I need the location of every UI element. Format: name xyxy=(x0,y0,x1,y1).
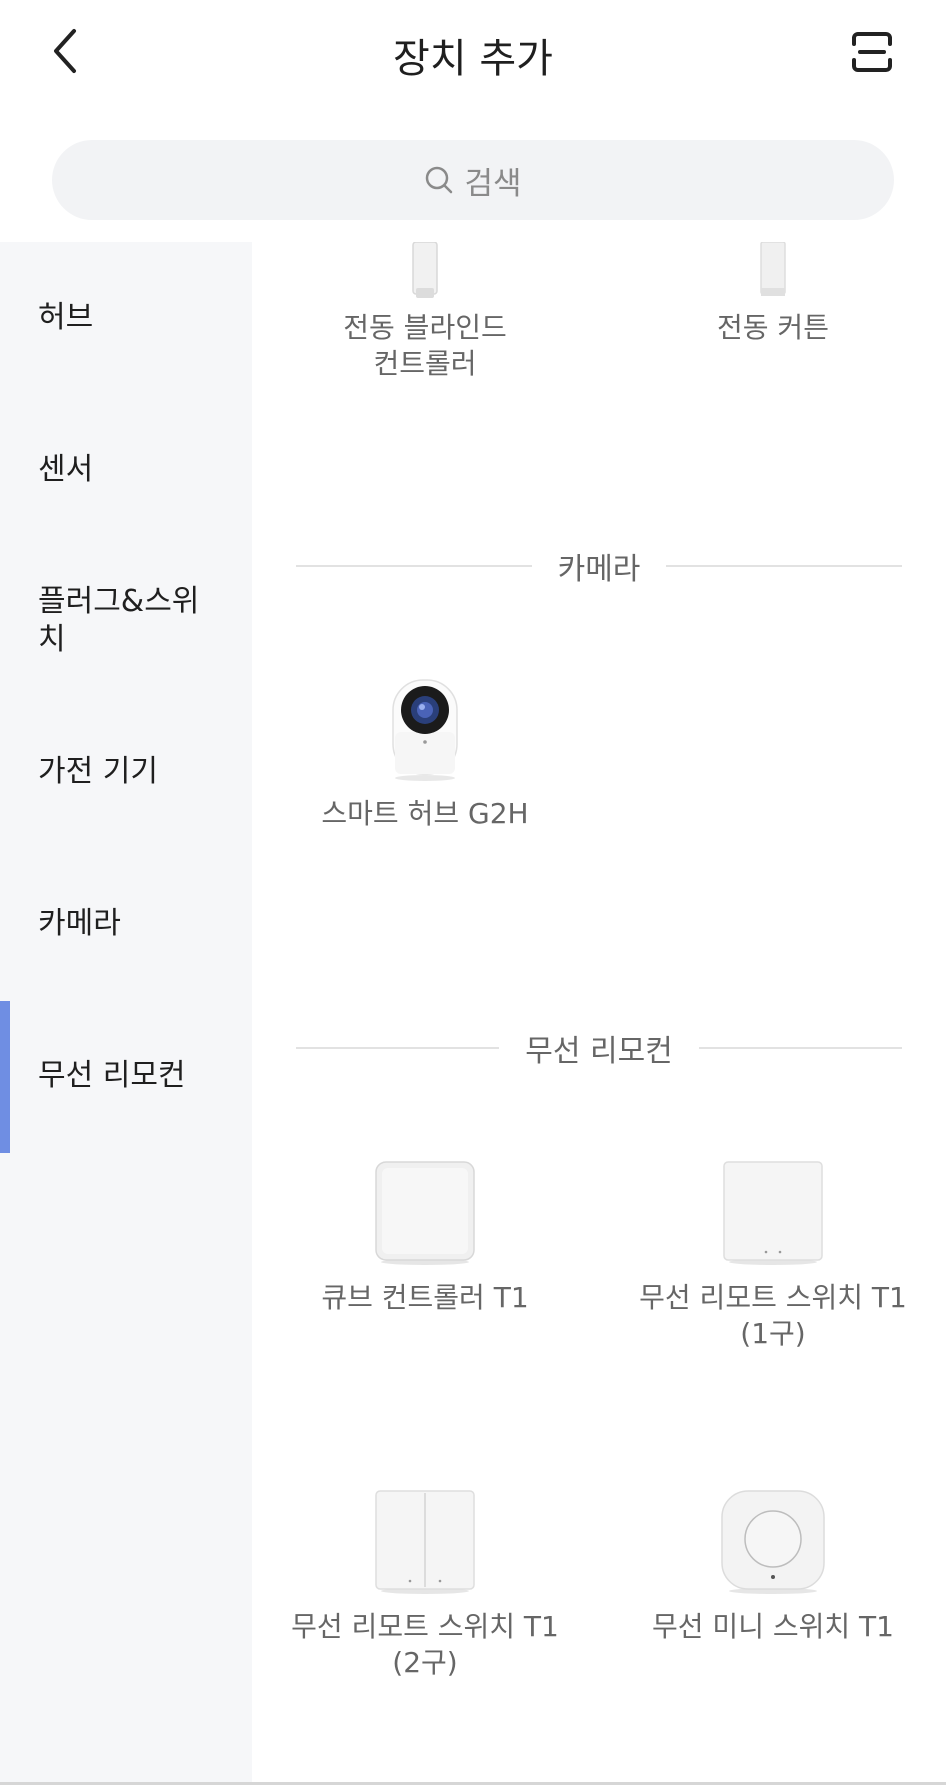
header: 장치 추가 xyxy=(0,0,946,110)
sidebar-item-label: 가전 기기 xyxy=(38,754,158,789)
page-title: 장치 추가 xyxy=(393,36,553,82)
sidebar-item-label: 센서 xyxy=(38,452,94,487)
sidebar-item-wireless-remote[interactable]: 무선 리모컨 xyxy=(0,1057,252,1095)
product-list: 전동 블라인드 컨트롤러 전동 커튼 카메라 스마트 허브 G2H 무선 리모컨 xyxy=(252,242,946,1785)
product-wireless-remote-switch-t1-single[interactable]: 무선 리모트 스위치 T1 (1구) xyxy=(623,1160,923,1352)
product-label: 스마트 허브 G2H xyxy=(321,797,529,830)
blind-controller-image xyxy=(412,242,438,298)
product-smart-hub-g2h[interactable]: 스마트 허브 G2H xyxy=(275,672,575,832)
search-placeholder: 검색 xyxy=(464,165,522,202)
product-label: 전동 블라인드 컨트롤러 xyxy=(343,311,507,380)
category-sidebar: 허브 센서 플러그&스위 치 가전 기기 카메라 무선 리모컨 xyxy=(0,242,252,1785)
section-header-wireless-remote: 무선 리모컨 xyxy=(296,1028,903,1069)
product-motor-curtain[interactable]: 전동 커튼 xyxy=(623,242,923,346)
section-title: 무선 리모컨 xyxy=(525,1034,673,1069)
single-switch-image xyxy=(723,1161,823,1265)
divider xyxy=(666,565,902,567)
product-label: 무선 리모트 스위치 T1 (2구) xyxy=(291,1610,559,1679)
scan-icon xyxy=(852,32,892,72)
product-label: 무선 미니 스위치 T1 xyxy=(652,1610,894,1643)
divider xyxy=(698,1047,903,1049)
double-switch-image xyxy=(375,1490,475,1594)
search-input[interactable]: 검색 xyxy=(52,140,894,220)
sidebar-item-label: 카메라 xyxy=(38,906,121,941)
sidebar-item-appliances[interactable]: 가전 기기 xyxy=(0,753,252,791)
sidebar-item-sensor[interactable]: 센서 xyxy=(0,451,252,489)
divider xyxy=(296,565,532,567)
sidebar-item-label: 허브 xyxy=(38,300,94,335)
product-cube-controller-t1[interactable]: 큐브 컨트롤러 T1 xyxy=(275,1160,575,1316)
product-label: 무선 리모트 스위치 T1 (1구) xyxy=(639,1281,907,1350)
curtain-motor-image xyxy=(760,242,786,296)
search-icon xyxy=(426,166,453,194)
sidebar-item-label: 플러그&스위 치 xyxy=(38,584,200,657)
mini-switch-image xyxy=(721,1490,825,1594)
product-wireless-remote-switch-t1-double[interactable]: 무선 리모트 스위치 T1 (2구) xyxy=(275,1489,575,1681)
divider xyxy=(296,1047,500,1049)
product-label: 큐브 컨트롤러 T1 xyxy=(321,1281,529,1314)
section-title: 카메라 xyxy=(557,552,641,587)
product-blind-controller[interactable]: 전동 블라인드 컨트롤러 xyxy=(275,242,575,382)
sidebar-item-camera[interactable]: 카메라 xyxy=(0,905,252,943)
sidebar-item-hub[interactable]: 허브 xyxy=(0,299,252,337)
section-header-camera: 카메라 xyxy=(296,546,902,587)
sidebar-item-plug-switch[interactable]: 플러그&스위 치 xyxy=(0,583,252,659)
scan-button[interactable] xyxy=(848,28,896,76)
cube-controller-image xyxy=(375,1161,475,1265)
product-label: 전동 커튼 xyxy=(717,311,829,344)
sidebar-item-label: 무선 리모컨 xyxy=(38,1058,186,1093)
product-wireless-mini-switch-t1[interactable]: 무선 미니 스위치 T1 xyxy=(623,1489,923,1645)
camera-hub-image xyxy=(392,679,458,781)
